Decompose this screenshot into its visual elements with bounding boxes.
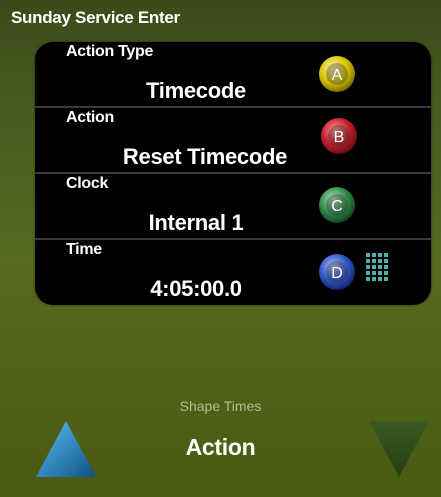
- row-time[interactable]: Time 4:05:00.0 D: [35, 240, 431, 304]
- row-label: Action: [66, 109, 114, 126]
- row-value: Internal 1: [148, 210, 244, 235]
- up-arrow-button[interactable]: [35, 420, 97, 483]
- row-action[interactable]: Action Reset Timecode B: [35, 108, 431, 172]
- properties-panel: Action Type Timecode A Action Reset Time…: [35, 42, 431, 305]
- row-label: Action Type: [66, 43, 154, 60]
- button-letter: D: [331, 265, 343, 282]
- row-value: 4:05:00.0: [150, 276, 242, 301]
- row-action-type[interactable]: Action Type Timecode A: [35, 42, 431, 106]
- row-label: Clock: [66, 175, 109, 192]
- category-label: Shape Times: [179, 398, 262, 414]
- window-title: Sunday Service Enter: [11, 8, 180, 27]
- row-value: Timecode: [146, 78, 246, 103]
- button-d[interactable]: D: [318, 253, 356, 291]
- button-c[interactable]: C: [318, 186, 356, 224]
- button-a[interactable]: A: [318, 55, 356, 93]
- button-letter: A: [332, 67, 343, 84]
- button-b[interactable]: B: [320, 117, 358, 155]
- row-label: Time: [66, 241, 102, 258]
- row-clock[interactable]: Clock Internal 1 C: [35, 174, 431, 238]
- button-letter: B: [334, 129, 345, 146]
- down-arrow-button[interactable]: [368, 420, 430, 483]
- button-letter: C: [331, 198, 343, 215]
- row-value: Reset Timecode: [122, 144, 288, 169]
- keypad-icon[interactable]: [365, 252, 391, 291]
